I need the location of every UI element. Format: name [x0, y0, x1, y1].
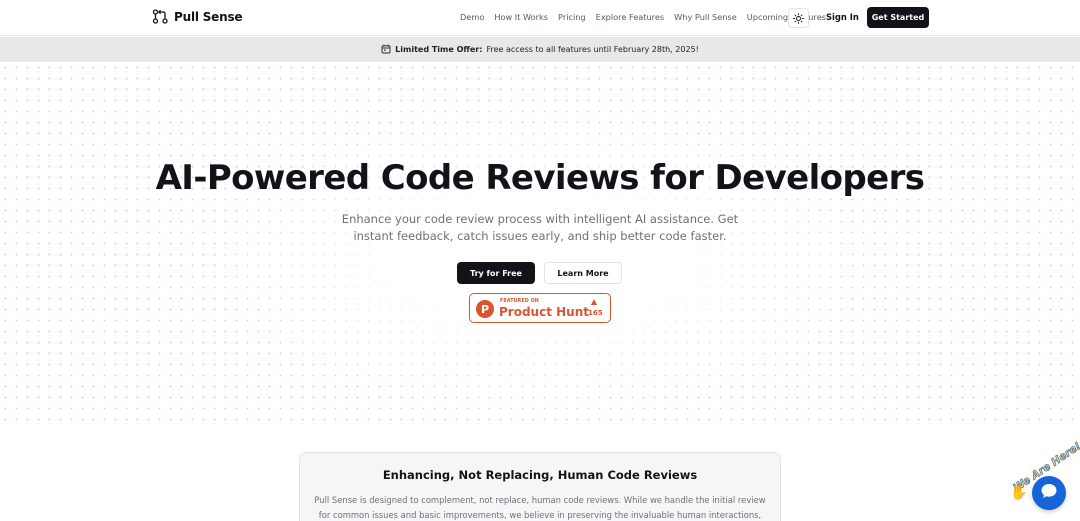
- banner-text: Free access to all features until Februa…: [486, 45, 699, 54]
- upvote-arrow-icon: [591, 299, 597, 305]
- nav-link-pricing[interactable]: Pricing: [558, 12, 586, 22]
- product-hunt-badge[interactable]: P FEATURED ON Product Hunt 165: [469, 293, 611, 323]
- chat-launcher-button[interactable]: [1032, 476, 1066, 510]
- hero-title: AI-Powered Code Reviews for Developers: [155, 158, 925, 198]
- info-card-title: Enhancing, Not Replacing, Human Code Rev…: [382, 468, 698, 482]
- site-header: Pull Sense Demo How It Works Pricing Exp…: [0, 0, 1080, 36]
- main-nav: Demo How It Works Pricing Explore Featur…: [460, 12, 826, 22]
- learn-more-button[interactable]: Learn More: [544, 262, 622, 284]
- nav-link-demo[interactable]: Demo: [460, 12, 484, 22]
- banner-label: Limited Time Offer:: [395, 45, 483, 54]
- brand[interactable]: Pull Sense: [152, 9, 243, 24]
- hero-subtitle: Enhance your code review process with in…: [341, 212, 739, 243]
- product-hunt-logo-icon: P: [476, 300, 494, 318]
- calendar-icon: [381, 44, 391, 56]
- product-hunt-featured-label: FEATURED ON: [500, 299, 539, 304]
- git-pull-request-icon: [152, 9, 169, 24]
- promo-banner: Limited Time Offer: Free access to all f…: [0, 37, 1080, 62]
- brand-name: Pull Sense: [174, 9, 243, 24]
- product-hunt-name: Product Hunt: [499, 305, 589, 319]
- nav-link-explore-features[interactable]: Explore Features: [596, 12, 665, 22]
- sun-icon: [793, 9, 804, 28]
- nav-link-upcoming-features[interactable]: Upcoming Features: [747, 12, 826, 22]
- theme-toggle-button[interactable]: [788, 8, 809, 28]
- waving-hand-icon: ✋: [1010, 485, 1028, 501]
- info-card-body: Pull Sense is designed to complement, no…: [314, 495, 766, 520]
- nav-link-how-it-works[interactable]: How It Works: [494, 12, 548, 22]
- chat-bubble-icon: [1040, 482, 1058, 504]
- try-for-free-button[interactable]: Try for Free: [457, 262, 535, 284]
- info-card: Enhancing, Not Replacing, Human Code Rev…: [299, 452, 781, 521]
- get-started-button[interactable]: Get Started: [867, 7, 929, 28]
- nav-link-why-pull-sense[interactable]: Why Pull Sense: [674, 12, 737, 22]
- sign-in-link[interactable]: Sign In: [826, 12, 859, 22]
- upvote-count: 165: [588, 309, 603, 317]
